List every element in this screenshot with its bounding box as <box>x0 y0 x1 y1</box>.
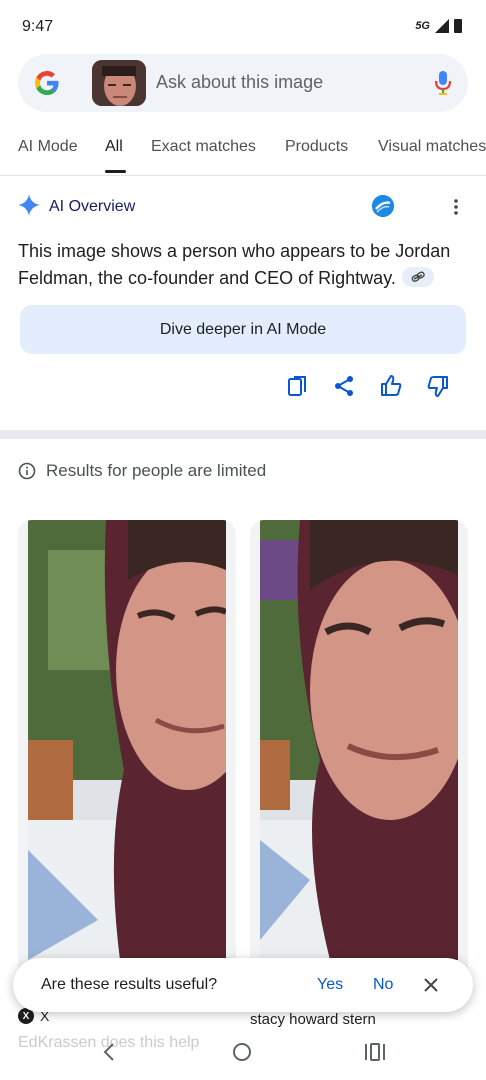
feedback-yes-button[interactable]: Yes <box>317 976 343 994</box>
copy-icon[interactable] <box>286 374 308 398</box>
back-icon[interactable] <box>100 1042 118 1062</box>
share-icon[interactable] <box>333 374 355 398</box>
thumbs-down-icon[interactable] <box>427 374 449 398</box>
ai-overview-title: AI Overview <box>49 198 136 215</box>
info-icon <box>18 462 36 480</box>
active-tab-indicator <box>105 170 126 173</box>
recents-icon[interactable] <box>364 1043 386 1061</box>
result-image[interactable] <box>260 520 458 960</box>
tab-products[interactable]: Products <box>285 138 348 156</box>
people-limited-text: Results for people are limited <box>46 461 267 480</box>
result-card[interactable] <box>18 520 236 1000</box>
signal-icon <box>435 19 449 33</box>
feedback-no-button[interactable]: No <box>373 976 393 994</box>
microphone-icon[interactable] <box>434 70 452 96</box>
feedback-question: Are these results useful? <box>41 976 218 993</box>
battery-icon <box>454 19 462 33</box>
tab-ai-mode[interactable]: AI Mode <box>18 138 78 156</box>
network-label: 5G <box>415 20 430 32</box>
thumbs-up-icon[interactable] <box>380 374 402 398</box>
ai-overview-actions <box>0 374 486 400</box>
system-nav-bar <box>0 1036 486 1080</box>
link-icon[interactable] <box>401 267 434 288</box>
search-bar[interactable]: Ask about this image <box>18 54 468 112</box>
screen: 9:47 5G Ask about this image AI Mode All… <box>0 0 486 1080</box>
feedback-toast: Are these results useful? Yes No <box>13 958 473 1012</box>
section-divider <box>0 430 486 439</box>
result-image[interactable] <box>28 520 226 960</box>
result-title[interactable]: stacy howard stern <box>250 1011 376 1028</box>
ai-sparkle-icon <box>18 194 40 216</box>
ai-overview-text: This image shows a person who appears to… <box>18 241 451 288</box>
status-icons: 5G <box>415 19 462 33</box>
status-time: 9:47 <box>22 18 54 35</box>
more-options-icon[interactable] <box>454 198 458 216</box>
tab-all[interactable]: All <box>105 138 123 156</box>
status-bar: 9:47 5G <box>0 0 486 52</box>
dive-deeper-button[interactable]: Dive deeper in AI Mode <box>20 305 466 354</box>
result-card[interactable] <box>250 520 468 1000</box>
result-tabs: AI Mode All Exact matches Products Visua… <box>0 128 486 176</box>
search-placeholder[interactable]: Ask about this image <box>156 72 323 93</box>
ai-overview-text-block: This image shows a person who appears to… <box>18 238 468 292</box>
google-logo-icon <box>35 71 59 95</box>
ai-overview-header: AI Overview <box>18 194 468 220</box>
source-logo-icon[interactable] <box>372 195 394 217</box>
people-limited-notice: Results for people are limited <box>18 458 266 484</box>
home-icon[interactable] <box>232 1042 252 1062</box>
close-icon[interactable] <box>423 977 439 993</box>
query-image-thumbnail[interactable] <box>92 60 146 106</box>
tab-visual-matches[interactable]: Visual matches <box>378 138 486 156</box>
tab-exact-matches[interactable]: Exact matches <box>151 138 256 156</box>
